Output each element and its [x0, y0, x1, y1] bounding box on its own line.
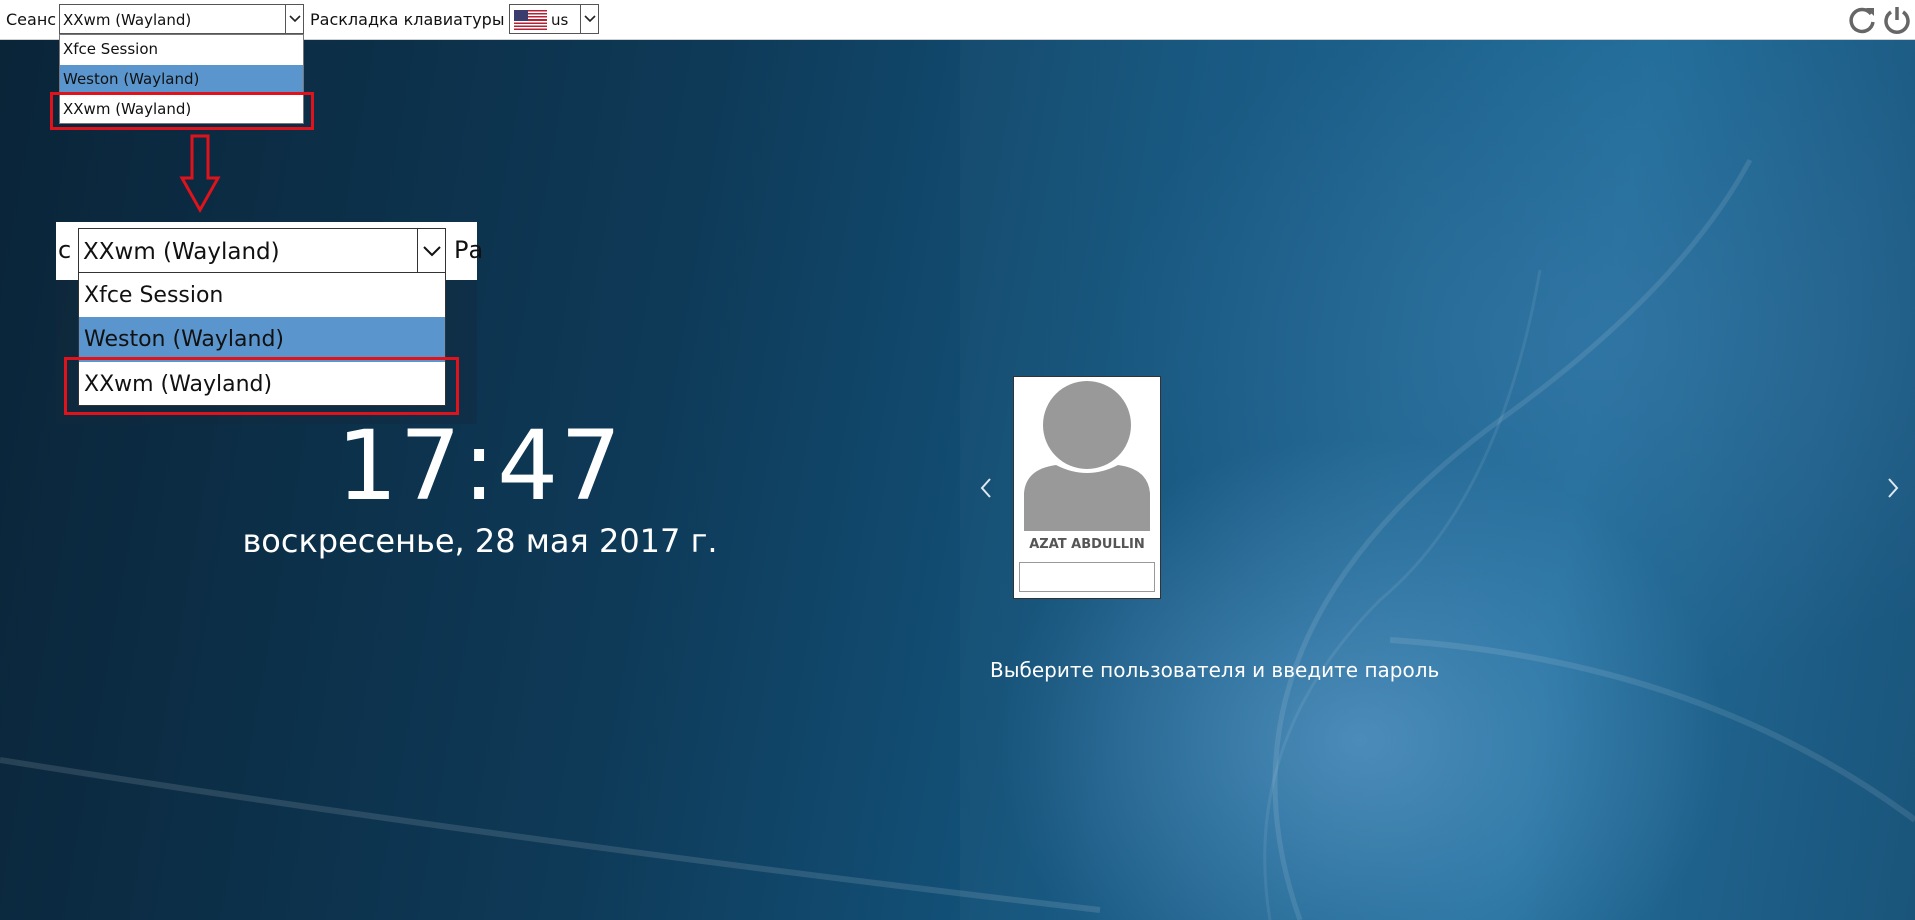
- user-name: AZAT ABDULLIN: [1029, 537, 1145, 552]
- annotation-highlight-box-zoomed: [64, 357, 459, 415]
- power-icon[interactable]: [1881, 4, 1913, 36]
- session-option-xfce[interactable]: Xfce Session: [60, 35, 303, 65]
- session-option-weston[interactable]: Weston (Wayland): [60, 65, 303, 95]
- keyboard-layout-combo[interactable]: us: [509, 4, 599, 34]
- password-field[interactable]: [1019, 562, 1155, 592]
- zoom-left-fragment: с: [58, 236, 72, 264]
- zoom-combo-value: XXwm (Wayland): [83, 239, 280, 265]
- zoom-right-fragment: Ра: [454, 236, 484, 264]
- clock-time: 17:47: [336, 410, 624, 522]
- us-flag-icon: [514, 10, 547, 30]
- annotation-highlight-box: [50, 92, 314, 130]
- avatar-icon: [1024, 381, 1150, 531]
- chevron-down-icon[interactable]: [417, 229, 445, 273]
- clock-date: воскресенье, 28 мая 2017 г.: [242, 522, 718, 560]
- login-hint: Выберите пользователя и введите пароль: [990, 658, 1440, 682]
- keyboard-layout-label: Раскладка клавиатуры: [310, 10, 505, 29]
- session-combo[interactable]: XXwm (Wayland): [59, 4, 304, 34]
- zoom-option-xfce[interactable]: Xfce Session: [79, 273, 445, 317]
- restart-icon[interactable]: [1846, 4, 1878, 36]
- keyboard-layout-value: us: [551, 11, 569, 29]
- session-combo-value: XXwm (Wayland): [63, 11, 192, 29]
- chevron-left-icon[interactable]: [979, 476, 993, 500]
- user-card[interactable]: AZAT ABDULLIN: [1013, 376, 1161, 599]
- zoom-option-weston[interactable]: Weston (Wayland): [79, 317, 445, 362]
- chevron-right-icon[interactable]: [1886, 476, 1900, 500]
- zoom-session-combo[interactable]: XXwm (Wayland): [78, 228, 446, 274]
- chevron-down-icon[interactable]: [580, 5, 598, 33]
- chevron-down-icon[interactable]: [285, 5, 303, 33]
- session-label: Сеанс: [6, 10, 57, 29]
- annotation-down-arrow-icon: [179, 134, 221, 214]
